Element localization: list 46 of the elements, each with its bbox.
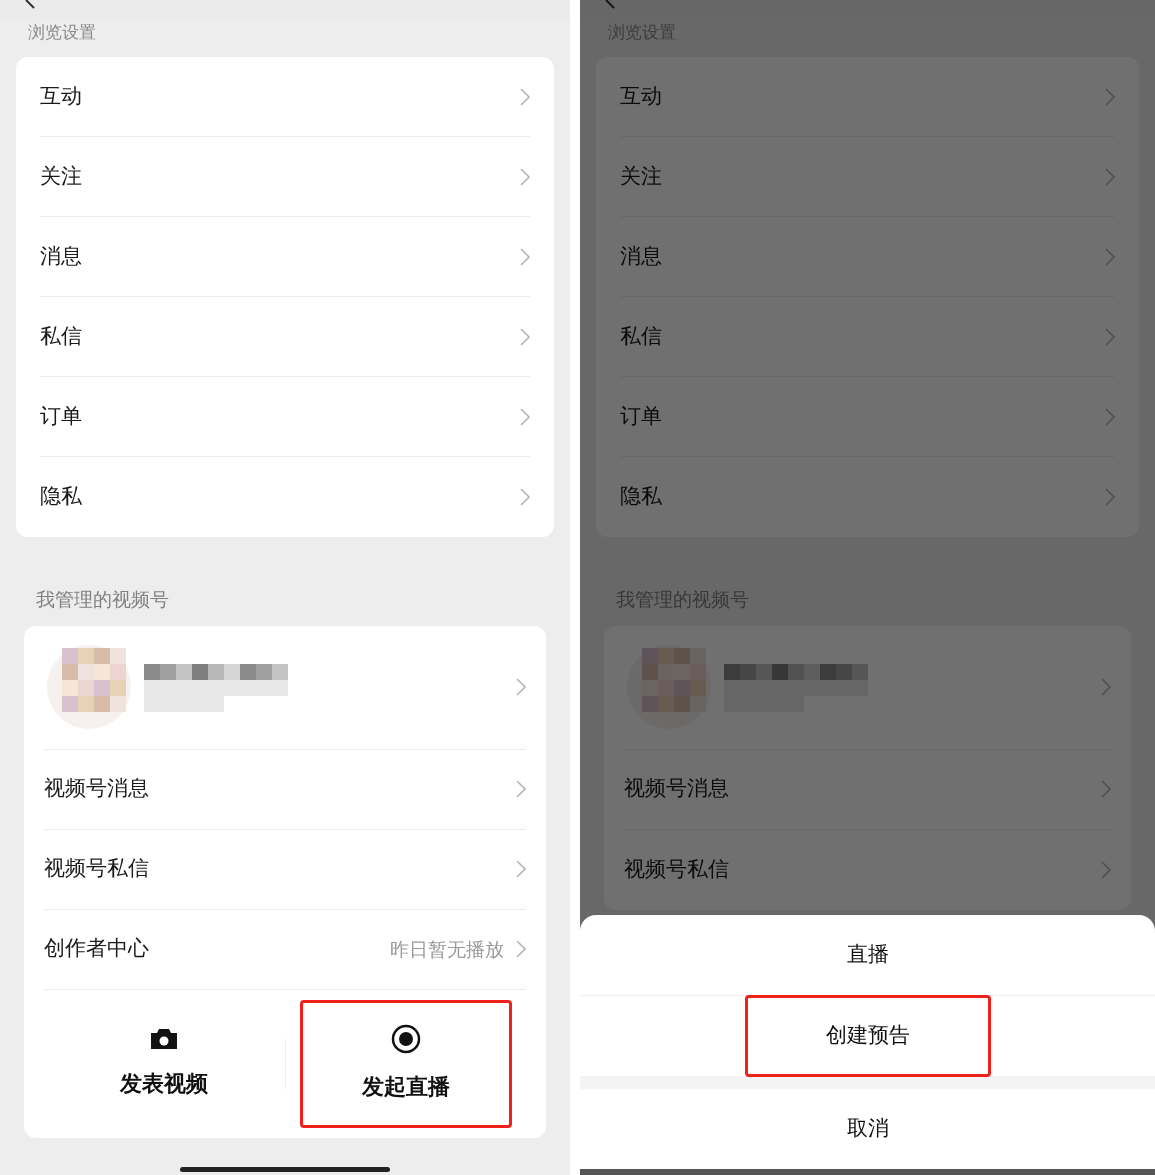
settings-item[interactable]: 订单 [620,377,1115,457]
chevron-right-icon [520,247,530,266]
chevron-right-icon [1105,87,1115,106]
settings-item[interactable]: 互动 [40,57,530,137]
camera-icon [149,1027,180,1051]
chevron-right-icon [1101,860,1111,879]
settings-item[interactable]: 私信 [40,297,530,377]
chevron-right-icon [1105,488,1115,506]
chevron-right-icon [1105,407,1115,426]
chevron-right-icon [516,678,526,696]
settings-item[interactable]: 消息 [620,217,1115,297]
chevron-right-icon [520,87,530,106]
chevron-right-icon [1105,327,1115,346]
chevron-right-icon [1105,167,1115,186]
chevron-right-icon [520,488,530,506]
settings-item[interactable]: 隐私 [620,457,1115,537]
channel-item[interactable]: 创作者中心 昨日暂无播放 [44,909,526,990]
section-title: 浏览设置 [28,22,96,42]
chevron-right-icon [1105,247,1115,266]
settings-item[interactable]: 隐私 [40,457,530,537]
settings-item[interactable]: 关注 [40,137,530,217]
channel-item[interactable]: 视频号私信 [44,829,526,910]
chevron-right-icon [520,327,530,346]
sheet-option[interactable]: 创建预告 [744,995,991,1077]
cancel-button[interactable]: 取消 [580,1089,1155,1169]
chevron-right-icon [516,940,526,958]
section-title: 我管理的视频号 [36,588,169,610]
channel-item[interactable]: 视频号私信 [624,829,1111,910]
settings-item[interactable]: 消息 [40,217,530,297]
chevron-right-icon [520,407,530,426]
chevron-right-icon [520,167,530,186]
action-button[interactable]: 发表视频 [58,999,271,1128]
settings-item[interactable]: 订单 [40,377,530,457]
item-value: 昨日暂无播放 [390,936,504,962]
settings-item[interactable]: 私信 [620,297,1115,377]
settings-item[interactable]: 关注 [620,137,1115,217]
chevron-right-icon [1101,678,1111,696]
channel-item[interactable]: 视频号消息 [624,749,1111,830]
sheet-option[interactable]: 直播 [744,914,991,996]
action-button[interactable]: 发起直播 [299,999,512,1128]
channel-item[interactable]: 视频号消息 [44,749,526,830]
settings-item[interactable]: 互动 [620,57,1115,137]
record-icon [390,1024,421,1054]
chevron-right-icon [516,780,526,798]
chevron-right-icon [1101,780,1111,798]
chevron-right-icon [516,860,526,878]
